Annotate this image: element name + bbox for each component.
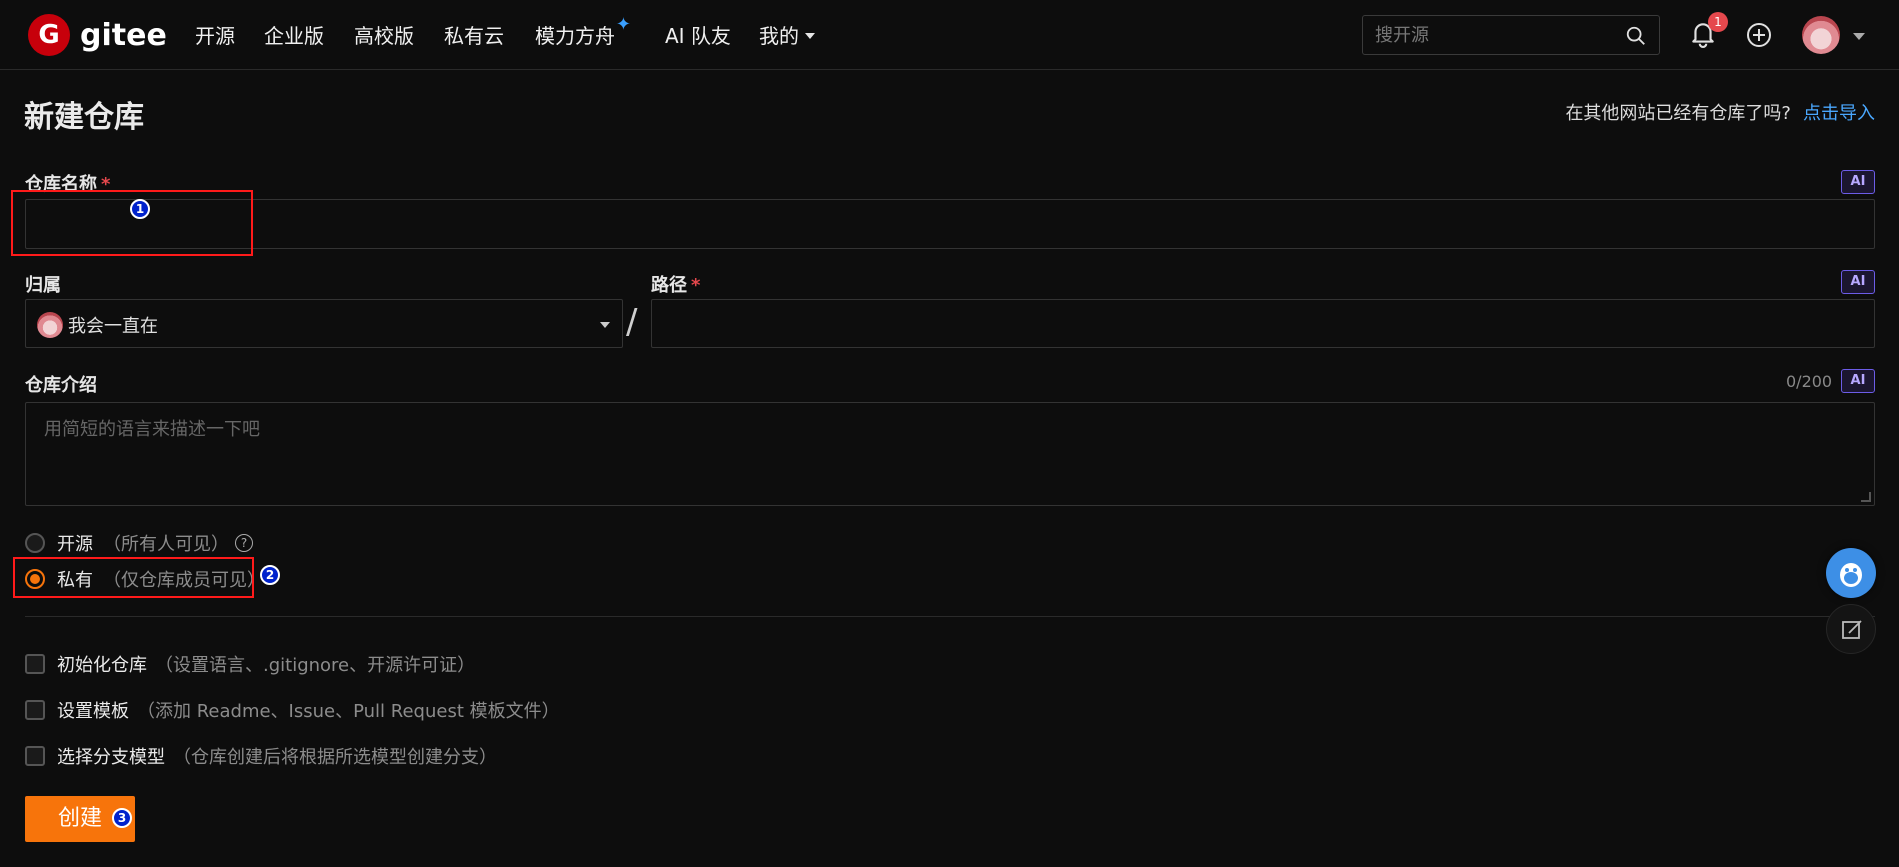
nav-item-mine-label: 我的 (759, 24, 799, 48)
path-field (651, 299, 1875, 348)
owner-name: 我会一直在 (68, 316, 158, 337)
sparkle-icon: ✦ (615, 14, 631, 35)
nav-item-open-source[interactable]: 开源 (195, 20, 235, 49)
ai-button-description[interactable]: AI (1841, 369, 1875, 393)
owner-label: 归属 (25, 275, 61, 296)
visibility-public-option[interactable]: 开源 （所有人可见） ? (25, 530, 253, 556)
owner-select[interactable]: 我会一直在 (25, 299, 623, 348)
required-mark: * (691, 275, 701, 296)
path-separator: / (626, 302, 638, 342)
import-link[interactable]: 点击导入 (1803, 103, 1875, 124)
repo-name-field (25, 199, 1875, 249)
init-repo-label: 初始化仓库 (57, 655, 147, 676)
init-repo-option[interactable]: 初始化仓库 （设置语言、.gitignore、开源许可证） (25, 651, 475, 677)
branch-model-sub: （仓库创建后将根据所选模型创建分支） (173, 747, 497, 768)
divider (25, 616, 1875, 617)
avatar-chevron-down-icon[interactable] (1853, 33, 1865, 40)
description-field (25, 402, 1875, 506)
nav-item-private-cloud[interactable]: 私有云 (444, 20, 504, 49)
init-repo-sub: （设置语言、.gitignore、开源许可证） (155, 655, 476, 676)
description-counter: 0/200 (1786, 372, 1833, 391)
checkbox-init-repo[interactable] (25, 654, 45, 674)
search-input[interactable] (1375, 16, 1615, 54)
chat-bubble-icon (1840, 563, 1862, 587)
nav-item-moli-fangzhou[interactable]: 模力方舟 ✦ (535, 14, 631, 49)
chevron-down-icon (805, 32, 815, 39)
search-icon[interactable] (1625, 25, 1647, 47)
search-box (1362, 15, 1660, 55)
add-plus-icon[interactable] (1746, 22, 1772, 48)
notification-badge: 1 (1708, 12, 1728, 32)
help-circle-icon[interactable]: ? (235, 534, 253, 552)
floating-feedback-button[interactable] (1826, 604, 1876, 654)
top-navbar: G gitee 开源 企业版 高校版 私有云 模力方舟 ✦ AI 队友 我的 1 (0, 0, 1899, 70)
gitee-logo-text: gitee (80, 17, 167, 53)
user-avatar[interactable] (1802, 16, 1840, 54)
path-input[interactable] (652, 300, 1874, 347)
annotation-marker-2: 2 (260, 565, 280, 585)
highlight-box-private (13, 557, 254, 598)
gitee-logo[interactable]: G gitee (28, 14, 167, 56)
branch-model-option[interactable]: 选择分支模型 （仓库创建后将根据所选模型创建分支） (25, 743, 497, 769)
path-label: 路径 * (651, 271, 700, 297)
public-label: 开源 (57, 534, 93, 555)
annotation-marker-3: 3 (112, 808, 132, 828)
resize-handle-icon[interactable] (1861, 492, 1871, 502)
annotation-marker-1: 1 (130, 199, 150, 219)
edit-icon (1842, 620, 1862, 639)
checkbox-branch-model[interactable] (25, 746, 45, 766)
nav-item-enterprise[interactable]: 企业版 (264, 20, 324, 49)
ai-button-repo-name[interactable]: AI (1841, 170, 1875, 194)
nav-item-mine[interactable]: 我的 (759, 20, 815, 49)
nav-item-moli-label: 模力方舟 (535, 24, 615, 48)
template-option[interactable]: 设置模板 （添加 Readme、Issue、Pull Request 模板文件） (25, 697, 560, 723)
chevron-down-icon (600, 322, 610, 328)
public-sub: （所有人可见） (103, 534, 229, 555)
radio-public[interactable] (25, 533, 45, 553)
description-textarea[interactable] (26, 403, 1874, 505)
path-label-text: 路径 (651, 275, 687, 296)
gitee-logo-icon: G (28, 14, 70, 56)
ai-button-path[interactable]: AI (1841, 270, 1875, 294)
floating-help-button[interactable] (1826, 548, 1876, 598)
repo-name-input[interactable] (26, 200, 1874, 248)
nav-item-education[interactable]: 高校版 (354, 20, 414, 49)
branch-model-label: 选择分支模型 (57, 747, 165, 768)
owner-avatar (37, 312, 63, 338)
checkbox-template[interactable] (25, 700, 45, 720)
template-sub: （添加 Readme、Issue、Pull Request 模板文件） (137, 701, 560, 722)
import-hint: 在其他网站已经有仓库了吗? 点击导入 (1565, 99, 1875, 125)
page-title: 新建仓库 (24, 100, 144, 135)
highlight-box-repo-name (11, 190, 253, 256)
description-label: 仓库介绍 (25, 375, 97, 396)
template-label: 设置模板 (57, 701, 129, 722)
import-hint-text: 在其他网站已经有仓库了吗? (1565, 103, 1791, 124)
nav-item-ai-teammate[interactable]: AI 队友 (665, 20, 731, 49)
